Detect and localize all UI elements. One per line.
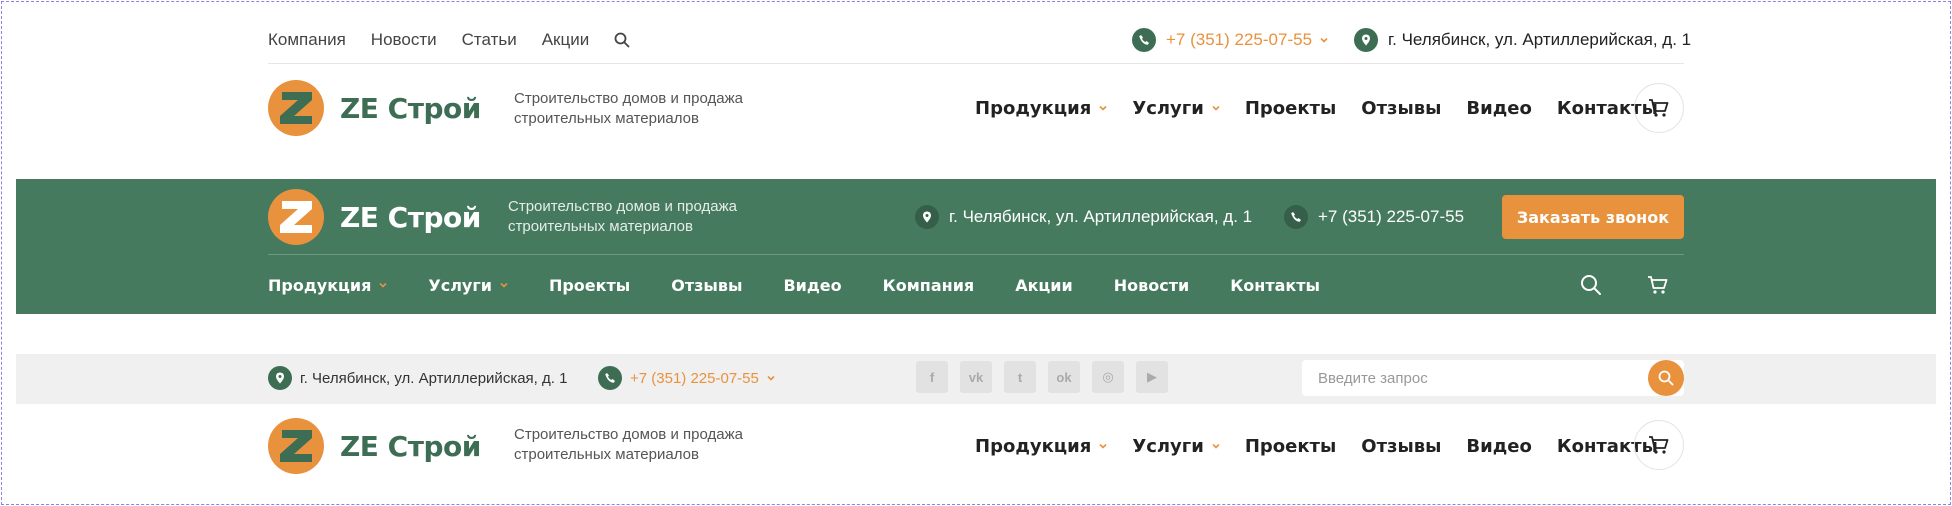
nav-item-projects[interactable]: Проекты [1245,436,1336,457]
chevron-down-icon [379,282,387,288]
nav-item-products[interactable]: Продукция [975,98,1107,119]
header2-phone[interactable]: +7 (351) 225-07-55 [1318,207,1464,227]
cart-icon [1649,436,1669,454]
header1-address-block: г. Челябинск, ул. Артиллерийская, д. 1 [1354,28,1691,52]
cart-icon[interactable] [1646,273,1670,297]
nav-item-label: Услуги [1132,435,1204,457]
phone-icon [1284,205,1308,229]
search-icon[interactable] [614,32,630,48]
logo-mark-icon [268,189,324,245]
header1-nav: Продукция Услуги Проекты Отзывы Видео Ко… [975,96,1683,120]
header1-phone[interactable]: +7 (351) 225-07-55 [1166,30,1312,50]
header3-logo[interactable]: ZE Строй [268,418,481,474]
nav-item-services[interactable]: Услуги [428,276,508,295]
nav-item-label: Услуги [1132,97,1204,119]
chevron-down-icon [1212,443,1220,449]
nav-item-video[interactable]: Видео [1466,436,1531,457]
youtube-icon[interactable]: ▶ [1136,361,1168,393]
chevron-down-icon [500,282,508,288]
nav-item-services[interactable]: Услуги [1132,435,1220,457]
header2-phone-block[interactable]: +7 (351) 225-07-55 [1284,205,1464,229]
nav-item-projects[interactable]: Проекты [1245,98,1336,119]
nav-item-reviews[interactable]: Отзывы [1361,436,1441,457]
header3-nav: Продукция Услуги Проекты Отзывы Видео Ко… [975,434,1683,458]
nav-item-news[interactable]: Новости [1114,276,1189,295]
location-pin-icon [915,205,939,229]
search-icon[interactable] [1580,274,1602,296]
nav-item-label: Услуги [428,275,492,295]
header2-divider [268,254,1684,255]
logo-mark-icon [268,418,324,474]
instagram-icon[interactable]: ◎ [1092,361,1124,393]
top-link-articles[interactable]: Статьи [462,30,517,50]
social-links: f vk t ok ◎ ▶ [916,361,1180,393]
nav-item-contacts[interactable]: Контакты [1230,276,1320,295]
header3-tagline: Строительство домов и продажа строительн… [514,426,743,463]
search-button[interactable] [1648,360,1684,396]
nav-item-label: Продукция [268,275,372,295]
nav-item-services[interactable]: Услуги [1132,97,1220,119]
callback-button[interactable]: Заказать звонок [1502,195,1684,239]
chevron-down-icon [1320,37,1328,43]
logo-text: ZE Строй [340,200,481,234]
header3-search [1302,360,1684,396]
header2-address: г. Челябинск, ул. Артиллерийская, д. 1 [949,207,1253,226]
nav-item-projects[interactable]: Проекты [549,276,630,295]
cart-button[interactable] [1634,83,1684,133]
phone-icon [598,366,622,390]
header3-address: г. Челябинск, ул. Артиллерийская, д. 1 [300,369,568,387]
header2-logo[interactable]: ZE Строй [268,189,481,245]
header1-divider [268,63,1684,64]
nav-item-label: Продукция [975,97,1092,119]
logo-mark-icon [268,80,324,136]
header3-phone-block[interactable]: +7 (351) 225-07-55 [598,366,775,390]
nav-item-products[interactable]: Продукция [975,436,1107,457]
chevron-down-icon [1212,105,1220,111]
cart-icon [1649,99,1669,117]
phone-icon [1132,28,1156,52]
logo-text: ZE Строй [340,91,481,125]
header1-address: г. Челябинск, ул. Артиллерийская, д. 1 [1388,30,1692,49]
location-pin-icon [1354,28,1378,52]
header2-address-block: г. Челябинск, ул. Артиллерийская, д. 1 [915,205,1252,229]
nav-item-company[interactable]: Компания [883,276,975,295]
twitter-icon[interactable]: t [1004,361,1036,393]
chevron-down-icon [767,375,775,381]
nav-item-label: Продукция [975,435,1092,457]
chevron-down-icon [1099,105,1107,111]
header3-address-block: г. Челябинск, ул. Артиллерийская, д. 1 [268,366,567,390]
nav-item-products[interactable]: Продукция [268,276,387,295]
logo-text: ZE Строй [340,429,481,463]
header1-tagline: Строительство домов и продажа строительн… [514,90,743,127]
facebook-icon[interactable]: f [916,361,948,393]
header3-phone[interactable]: +7 (351) 225-07-55 [630,370,759,387]
top-links: Компания Новости Статьи Акции [268,28,630,52]
chevron-down-icon [1099,443,1107,449]
location-pin-icon [268,366,292,390]
nav-item-promotions[interactable]: Акции [1015,276,1073,295]
top-link-company[interactable]: Компания [268,30,346,50]
search-input[interactable] [1302,369,1642,387]
header1-phone-block[interactable]: +7 (351) 225-07-55 [1132,28,1328,52]
top-link-promotions[interactable]: Акции [542,30,590,50]
cart-button[interactable] [1634,420,1684,470]
search-icon [1658,370,1674,386]
nav-item-reviews[interactable]: Отзывы [1361,98,1441,119]
nav-item-reviews[interactable]: Отзывы [671,276,742,295]
odnoklassniki-icon[interactable]: ok [1048,361,1080,393]
nav-item-video[interactable]: Видео [783,276,841,295]
top-link-news[interactable]: Новости [371,30,437,50]
nav-item-video[interactable]: Видео [1466,98,1531,119]
header2-tagline: Строительство домов и продажа строительн… [508,198,737,235]
vk-icon[interactable]: vk [960,361,992,393]
header1-logo[interactable]: ZE Строй [268,80,481,136]
header2-nav: Продукция Услуги Проекты Отзывы Видео Ко… [268,274,1361,296]
